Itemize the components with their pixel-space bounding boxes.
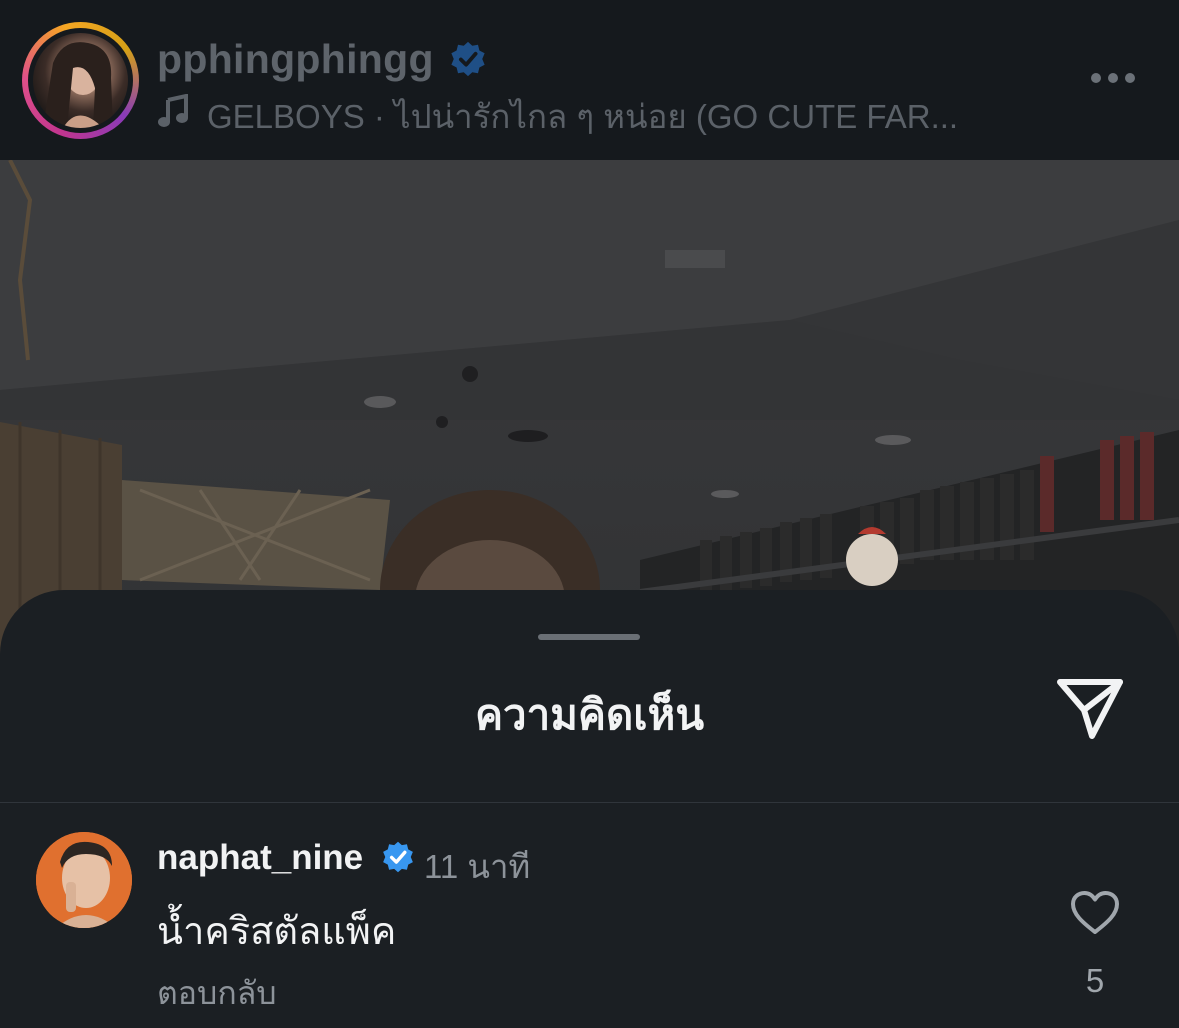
comment-avatar[interactable] xyxy=(36,832,132,928)
verified-badge-icon xyxy=(451,41,485,77)
reply-button[interactable]: ตอบกลับ xyxy=(157,968,277,1019)
comment-text: น้ำคริสตัลแพ็ค xyxy=(157,911,397,953)
verified-badge-icon xyxy=(383,841,413,873)
share-send-icon[interactable] xyxy=(1054,674,1126,742)
music-note-icon xyxy=(158,94,188,127)
story-avatar[interactable] xyxy=(22,22,139,139)
comments-sheet: ความคิดเห็น naphat_nine 11 นาที น้ำคริสต… xyxy=(0,590,1179,1028)
comments-title: ความคิดเห็น xyxy=(474,691,705,738)
story-screen: pphingphingg GELBOYS · ไปน่ารักไกล ๆ หน่… xyxy=(0,0,1179,1028)
comment-timestamp: 11 นาที xyxy=(424,848,531,885)
like-count: 5 xyxy=(1085,962,1105,999)
sheet-grabber-handle[interactable] xyxy=(538,634,640,640)
more-options-icon[interactable] xyxy=(1088,70,1138,86)
avatar-image xyxy=(33,33,128,128)
heart-icon[interactable] xyxy=(1070,890,1120,936)
story-header: pphingphingg GELBOYS · ไปน่ารักไกล ๆ หน่… xyxy=(0,0,1179,160)
story-username[interactable]: pphingphingg xyxy=(157,36,434,83)
music-track-label[interactable]: GELBOYS · ไปน่ารักไกล ๆ หน่อย (GO CUTE F… xyxy=(207,90,958,143)
comment-username[interactable]: naphat_nine xyxy=(157,838,363,878)
sheet-divider xyxy=(0,802,1179,803)
